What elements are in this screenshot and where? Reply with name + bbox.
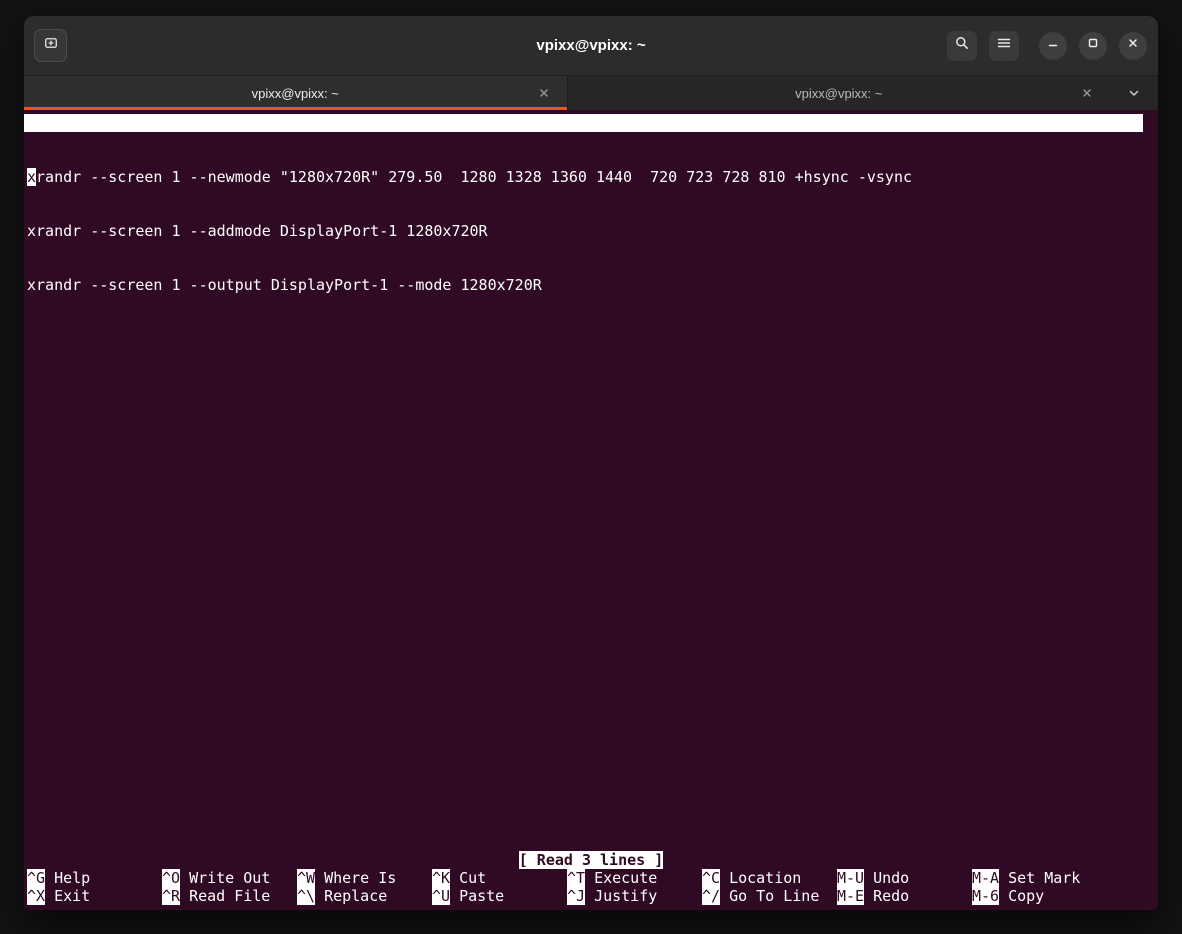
menu-button[interactable]: [989, 31, 1019, 61]
minimize-button[interactable]: [1039, 32, 1067, 60]
shortcut-cut: ^KCut: [432, 869, 567, 887]
nano-status-message: [ Read 3 lines ]: [519, 851, 664, 869]
nano-version-label: GNU nano 6.2: [99, 132, 207, 150]
shortcut-paste: ^UPaste: [432, 887, 567, 905]
editor-line: xrandr --screen 1 --newmode "1280x720R" …: [27, 168, 1158, 186]
shortcut-write-out: ^OWrite Out: [162, 869, 297, 887]
tab-close-button[interactable]: [1078, 84, 1096, 102]
shortcut-set-mark: M-ASet Mark: [972, 869, 1107, 887]
nano-status-line: [ Read 3 lines ]: [24, 851, 1158, 869]
nano-file-path: /home/vpixx/.xprofile: [489, 150, 679, 168]
shortcut-exit: ^XExit: [27, 887, 162, 905]
nano-shortcuts-row-1: ^GHelp ^OWrite Out ^WWhere Is ^KCut ^TEx…: [24, 869, 1158, 887]
chevron-down-icon: [1127, 86, 1141, 100]
shortcut-replace: ^\Replace: [297, 887, 432, 905]
shortcut-read-file: ^RRead File: [162, 887, 297, 905]
close-icon: [1081, 87, 1093, 99]
close-button[interactable]: [1119, 32, 1147, 60]
tab-close-button[interactable]: [535, 84, 553, 102]
tab-bar: vpixx@vpixx: ~ vpixx@vpixx: ~: [24, 76, 1158, 110]
shortcut-execute: ^TExecute: [567, 869, 702, 887]
editor-line: xrandr --screen 1 --output DisplayPort-1…: [27, 276, 1158, 294]
tab-overview-button[interactable]: [1110, 76, 1158, 110]
shortcut-copy: M-6Copy: [972, 887, 1107, 905]
tab-label: vpixx@vpixx: ~: [252, 86, 339, 101]
shortcut-go-to-line: ^/Go To Line: [702, 887, 837, 905]
terminal-window: vpixx@vpixx: ~: [24, 16, 1158, 910]
shortcut-where-is: ^WWhere Is: [297, 869, 432, 887]
minimize-icon: [1046, 36, 1060, 55]
editor-line-text: xrandr --screen 1 --output DisplayPort-1…: [27, 276, 542, 294]
tab-label: vpixx@vpixx: ~: [795, 86, 882, 101]
tab-1[interactable]: vpixx@vpixx: ~: [24, 76, 567, 110]
new-tab-button[interactable]: [34, 29, 67, 62]
editor-line: xrandr --screen 1 --addmode DisplayPort-…: [27, 222, 1158, 240]
shortcut-undo: M-UUndo: [837, 869, 972, 887]
close-icon: [538, 87, 550, 99]
nano-shortcuts-row-2: ^XExit ^RRead File ^\Replace ^UPaste ^JJ…: [24, 887, 1158, 905]
search-button[interactable]: [947, 31, 977, 61]
window-header: vpixx@vpixx: ~: [24, 16, 1158, 76]
nano-title-bar: GNU nano 6.2 /home/vpixx/.xprofile: [24, 114, 1143, 132]
search-icon: [954, 35, 970, 56]
new-tab-icon: [43, 35, 59, 56]
terminal-screen[interactable]: GNU nano 6.2 /home/vpixx/.xprofile xrand…: [24, 111, 1158, 910]
nano-editor[interactable]: xrandr --screen 1 --newmode "1280x720R" …: [24, 132, 1158, 851]
shortcut-redo: M-ERedo: [837, 887, 972, 905]
editor-line-text: xrandr --screen 1 --addmode DisplayPort-…: [27, 222, 488, 240]
close-icon: [1126, 36, 1140, 55]
menu-icon: [996, 35, 1012, 56]
maximize-icon: [1086, 36, 1100, 55]
maximize-button[interactable]: [1079, 32, 1107, 60]
shortcut-help: ^GHelp: [27, 869, 162, 887]
shortcut-location: ^CLocation: [702, 869, 837, 887]
tab-2[interactable]: vpixx@vpixx: ~: [567, 76, 1111, 110]
shortcut-justify: ^JJustify: [567, 887, 702, 905]
editor-line-text: randr --screen 1 --newmode "1280x720R" 2…: [36, 168, 912, 186]
